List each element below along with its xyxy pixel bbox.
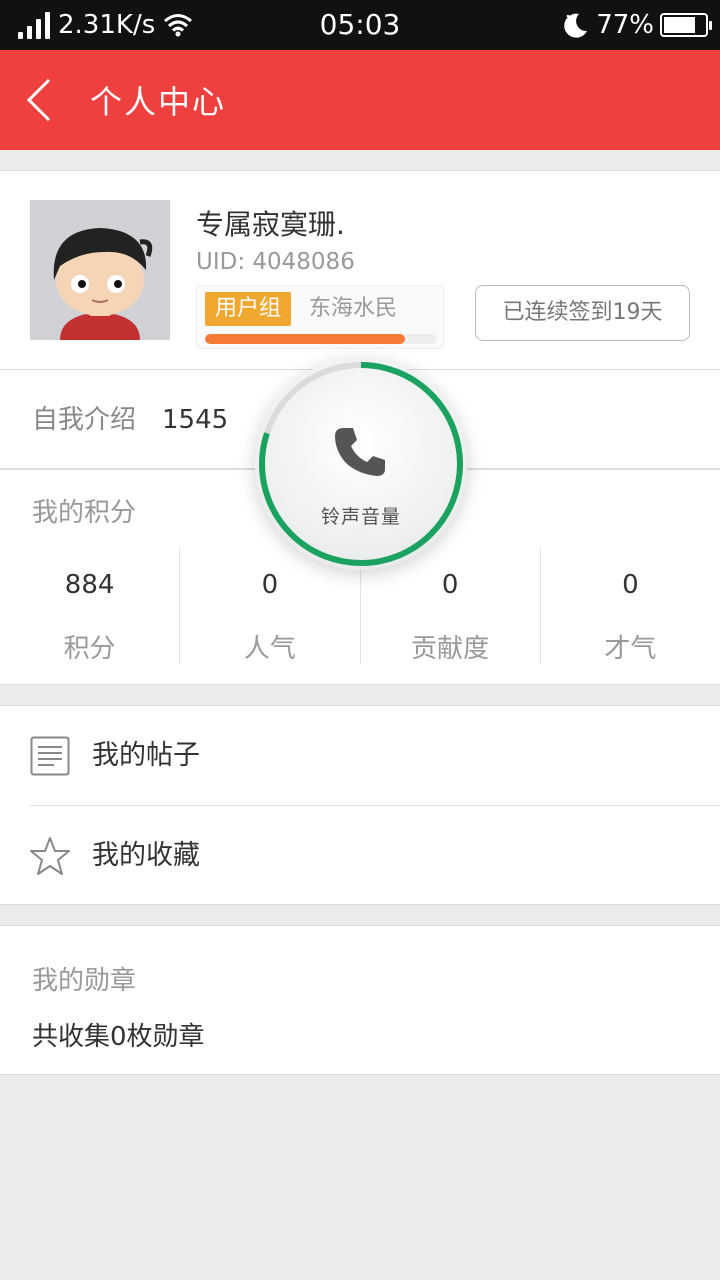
group-progress-bar — [205, 334, 437, 344]
phone-icon — [335, 428, 385, 476]
profile-card: 专属寂寞珊. UID: 4048086 用户组 东海水民 已连续签到19天 — [0, 170, 720, 370]
stat-value: 0 — [622, 570, 639, 600]
points-title: 我的积分 — [32, 498, 137, 528]
menu-label: 我的帖子 — [92, 740, 200, 771]
medals-summary: 共收集0枚勋章 — [32, 1022, 205, 1052]
username: 专属寂寞珊. — [196, 208, 345, 241]
stat-label: 积分 — [63, 634, 116, 664]
night-mode-icon — [564, 13, 588, 38]
back-arrow-icon — [26, 78, 51, 122]
avatar[interactable] — [30, 200, 170, 340]
intro-label: 自我介绍 — [32, 405, 137, 435]
battery-fill — [664, 17, 695, 33]
menu-item-my-favorites[interactable]: 我的收藏 — [0, 806, 720, 906]
group-name: 东海水民 — [309, 296, 398, 321]
user-group: 用户组 东海水民 — [196, 285, 444, 349]
app-header: 个人中心 — [0, 50, 720, 150]
stat-value: 0 — [441, 570, 459, 600]
checkin-button[interactable]: 已连续签到19天 — [475, 285, 690, 341]
medals-title: 我的勋章 — [32, 966, 137, 996]
volume-label: 铃声音量 — [320, 506, 401, 528]
stat-talent[interactable]: 0 才气 — [539, 548, 720, 664]
status-bar: 2.31K/s 05:03 77% — [0, 0, 720, 50]
stat-points[interactable]: 884 积分 — [0, 548, 179, 664]
user-uid: UID: 4048086 — [196, 249, 355, 275]
page-title: 个人中心 — [90, 83, 227, 121]
status-right: 77% — [560, 0, 712, 50]
menu-list: 我的帖子 我的收藏 — [0, 705, 720, 905]
star-icon — [30, 837, 70, 875]
stat-label: 人气 — [243, 634, 296, 664]
menu-item-my-posts[interactable]: 我的帖子 — [0, 706, 720, 806]
stat-value: 884 — [64, 570, 115, 600]
battery-icon — [660, 13, 712, 37]
battery-percent: 77% — [596, 10, 654, 40]
avatar-cartoon-icon — [30, 200, 170, 340]
medals-section[interactable]: 我的勋章 共收集0枚勋章 — [0, 925, 720, 1075]
group-progress-fill — [205, 334, 405, 344]
back-button[interactable] — [0, 50, 80, 150]
stat-value: 0 — [261, 570, 279, 600]
stat-label: 贡献度 — [411, 634, 490, 664]
group-badge: 用户组 — [205, 292, 292, 326]
menu-label: 我的收藏 — [92, 840, 200, 871]
document-icon — [30, 736, 70, 776]
intro-value: 1545 — [162, 405, 229, 435]
ringtone-volume-overlay: 铃声音量 — [255, 358, 467, 570]
stat-label: 才气 — [604, 634, 657, 664]
